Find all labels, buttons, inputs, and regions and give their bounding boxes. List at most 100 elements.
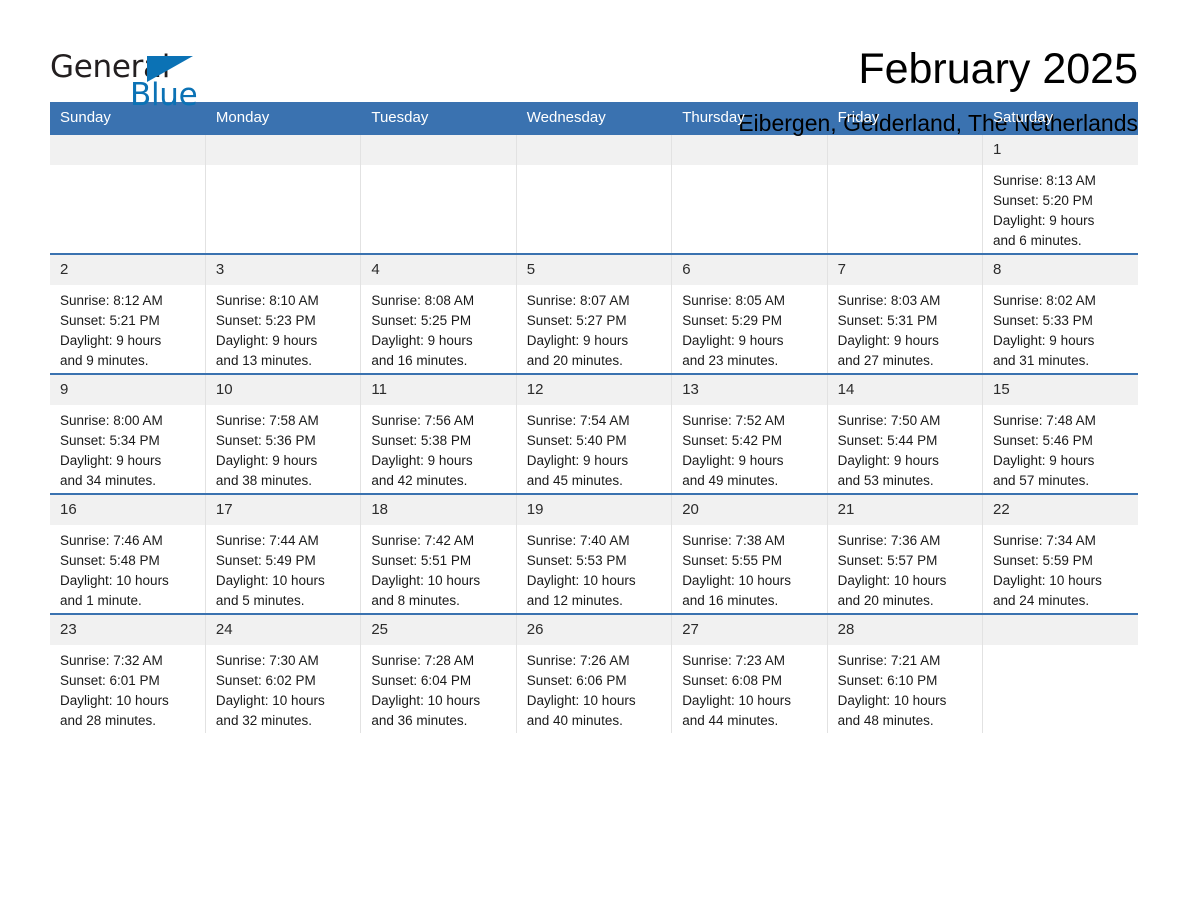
day-number: 4 [361, 255, 516, 285]
calendar-day-cell[interactable]: 25 Sunrise: 7:28 AM Sunset: 6:04 PM Dayligh… [360, 613, 517, 733]
calendar-day-cell[interactable]: 15 Sunrise: 7:48 AM Sunset: 5:46 PM Dayligh… [982, 373, 1138, 494]
calendar-day-cell[interactable]: 11 Sunrise: 7:56 AM Sunset: 5:38 PM Dayligh… [360, 373, 517, 494]
calendar-day-cell[interactable]: 17 Sunrise: 7:44 AM Sunset: 5:49 PM Dayligh… [205, 493, 362, 614]
calendar-day-cell[interactable]: 8 Sunrise: 8:02 AM Sunset: 5:33 PM Daylight… [982, 253, 1138, 374]
day-detail-line: Sunrise: 7:34 AM [993, 533, 1096, 548]
day-detail-line: Sunset: 5:49 PM [215, 553, 316, 568]
day-detail-line: Sunrise: 7:56 AM [371, 413, 475, 428]
day-detail-line: Sunrise: 7:26 AM [526, 653, 630, 668]
day-detail-line: Daylight: 9 hours [993, 453, 1095, 468]
day-details [672, 165, 826, 171]
calendar-week-row: 1 Sunrise: 8:13 AM Sunset: 5:20 PM Daylight… [50, 133, 1138, 254]
day-detail-line: Sunrise: 7:42 AM [371, 533, 475, 548]
day-detail-line: Daylight: 9 hours [526, 453, 629, 468]
day-detail-line: Daylight: 9 hours [837, 453, 939, 468]
day-details: Sunrise: 7:36 AM Sunset: 5:57 PM Daylight:… [828, 525, 982, 611]
day-details: Sunrise: 8:07 AM Sunset: 5:27 PM Daylight:… [517, 285, 671, 371]
day-details: Sunrise: 7:48 AM Sunset: 5:46 PM Daylight:… [983, 405, 1138, 491]
day-detail-line: Sunset: 5:42 PM [682, 433, 782, 448]
day-detail-line: Sunrise: 8:05 AM [682, 293, 785, 308]
day-detail-line: Sunset: 5:31 PM [837, 313, 938, 328]
calendar-day-cell[interactable]: 9 Sunrise: 8:00 AM Sunset: 5:34 PM Daylight… [50, 373, 206, 494]
day-detail-line: Daylight: 10 hours [371, 693, 481, 708]
calendar-day-cell[interactable]: 4 Sunrise: 8:08 AM Sunset: 5:25 PM Daylight… [360, 253, 517, 374]
calendar-day-cell[interactable]: 26 Sunrise: 7:26 AM Sunset: 6:06 PM Dayligh… [516, 613, 673, 733]
day-number: 27 [672, 615, 827, 645]
day-detail-line: Sunrise: 8:10 AM [215, 293, 319, 308]
calendar-day-cell[interactable]: 2 Sunrise: 8:12 AM Sunset: 5:21 PM Daylight… [50, 253, 206, 374]
day-detail-line: Sunset: 5:36 PM [215, 433, 316, 448]
calendar-day-cell[interactable]: 7 Sunrise: 8:03 AM Sunset: 5:31 PM Daylight… [827, 253, 984, 374]
day-number: 21 [827, 495, 983, 525]
day-detail-line: Sunrise: 7:46 AM [60, 533, 163, 548]
day-detail-line: Daylight: 10 hours [682, 693, 791, 708]
calendar-day-cell[interactable]: 10 Sunrise: 7:58 AM Sunset: 5:36 PM Dayligh… [205, 373, 362, 494]
general-blue-logo[interactable]: General Blue [50, 44, 200, 111]
day-detail-line: Daylight: 10 hours [371, 573, 481, 588]
calendar-day-cell[interactable]: 24 Sunrise: 7:30 AM Sunset: 6:02 PM Dayligh… [205, 613, 362, 733]
day-detail-line: Sunrise: 7:52 AM [682, 413, 785, 428]
day-detail-line: Daylight: 9 hours [371, 333, 473, 348]
day-number: 16 [50, 495, 205, 525]
calendar-day-cell[interactable]: 27 Sunrise: 7:23 AM Sunset: 6:08 PM Dayligh… [671, 613, 828, 733]
day-detail-line: Sunset: 6:02 PM [215, 673, 316, 688]
calendar-day-cell[interactable]: 13 Sunrise: 7:52 AM Sunset: 5:42 PM Dayligh… [671, 373, 828, 494]
sunrise-sunset-calendar: Sunday Monday Tuesday Wednesday Thursday Frid… [50, 102, 1139, 733]
day-detail-line: and 16 minutes. [371, 353, 468, 368]
day-detail-line: Sunset: 5:29 PM [682, 313, 782, 328]
day-details: Sunrise: 8:02 AM Sunset: 5:33 PM Daylight:… [983, 285, 1138, 371]
calendar-day-cell[interactable]: 16 Sunrise: 7:46 AM Sunset: 5:48 PM Dayligh… [50, 493, 206, 614]
calendar-day-cell[interactable]: 3 Sunrise: 8:10 AM Sunset: 5:23 PM Daylight… [205, 253, 362, 374]
day-detail-line: Sunrise: 7:38 AM [682, 533, 785, 548]
calendar-day-cell[interactable]: 18 Sunrise: 7:42 AM Sunset: 5:51 PM Dayligh… [360, 493, 517, 614]
day-number [205, 135, 361, 165]
day-details [828, 165, 982, 171]
day-details [206, 165, 360, 171]
day-detail-line: Sunset: 5:34 PM [60, 433, 160, 448]
day-details: Sunrise: 8:05 AM Sunset: 5:29 PM Daylight:… [672, 285, 826, 371]
day-number: 26 [516, 615, 672, 645]
day-detail-line: Sunrise: 8:02 AM [993, 293, 1096, 308]
calendar-week-row: 9 Sunrise: 8:00 AM Sunset: 5:34 PM Daylight… [50, 373, 1138, 494]
day-number: 13 [672, 375, 827, 405]
day-details: Sunrise: 7:46 AM Sunset: 5:48 PM Daylight:… [50, 525, 205, 611]
day-detail-line: Sunrise: 8:12 AM [60, 293, 163, 308]
calendar-day-cell[interactable]: 22 Sunrise: 7:34 AM Sunset: 5:59 PM Dayligh… [982, 493, 1138, 614]
day-details: Sunrise: 7:38 AM Sunset: 5:55 PM Daylight:… [672, 525, 826, 611]
calendar-day-cell[interactable]: 21 Sunrise: 7:36 AM Sunset: 5:57 PM Dayligh… [827, 493, 984, 614]
calendar-day-cell[interactable]: 19 Sunrise: 7:40 AM Sunset: 5:53 PM Dayligh… [516, 493, 673, 614]
day-detail-line: Daylight: 10 hours [215, 693, 325, 708]
page-header: General Blue February 2025 Eibergen, Gel… [50, 0, 1138, 136]
day-detail-line: and 1 minute. [60, 593, 142, 608]
calendar-day-cell-empty [982, 613, 1138, 733]
calendar-day-cell[interactable]: 12 Sunrise: 7:54 AM Sunset: 5:40 PM Dayligh… [516, 373, 673, 494]
day-detail-line: Daylight: 10 hours [526, 573, 636, 588]
day-detail-line: Daylight: 9 hours [682, 333, 784, 348]
calendar-body: 1 Sunrise: 8:13 AM Sunset: 5:20 PM Daylight… [50, 133, 1138, 733]
day-detail-line: Daylight: 9 hours [993, 213, 1095, 228]
day-details: Sunrise: 7:50 AM Sunset: 5:44 PM Daylight:… [828, 405, 982, 491]
day-number: 8 [983, 255, 1138, 285]
calendar-day-cell[interactable]: 6 Sunrise: 8:05 AM Sunset: 5:29 PM Daylight… [671, 253, 828, 374]
day-number: 7 [827, 255, 983, 285]
calendar-day-cell[interactable]: 1 Sunrise: 8:13 AM Sunset: 5:20 PM Daylight… [982, 133, 1138, 254]
day-detail-line: Daylight: 9 hours [837, 333, 939, 348]
day-details: Sunrise: 8:12 AM Sunset: 5:21 PM Daylight:… [50, 285, 205, 371]
day-detail-line: Daylight: 10 hours [993, 573, 1102, 588]
day-details: Sunrise: 7:52 AM Sunset: 5:42 PM Daylight:… [672, 405, 826, 491]
calendar-week-row: 23 Sunrise: 7:32 AM Sunset: 6:01 PM Dayligh… [50, 613, 1138, 733]
day-detail-line: Sunrise: 8:13 AM [993, 173, 1096, 188]
page-title: February 2025 [858, 45, 1138, 93]
day-detail-line: Daylight: 9 hours [215, 453, 318, 468]
calendar-day-cell[interactable]: 23 Sunrise: 7:32 AM Sunset: 6:01 PM Dayligh… [50, 613, 206, 733]
calendar-day-cell[interactable]: 20 Sunrise: 7:38 AM Sunset: 5:55 PM Dayligh… [671, 493, 828, 614]
day-detail-line: and 44 minutes. [682, 713, 779, 728]
day-detail-line: Daylight: 10 hours [215, 573, 325, 588]
day-number [983, 615, 1138, 645]
day-detail-line: Daylight: 10 hours [60, 693, 169, 708]
day-details: Sunrise: 7:56 AM Sunset: 5:38 PM Daylight:… [361, 405, 515, 491]
calendar-day-cell[interactable]: 28 Sunrise: 7:21 AM Sunset: 6:10 PM Dayligh… [827, 613, 984, 733]
day-details: Sunrise: 7:40 AM Sunset: 5:53 PM Daylight:… [517, 525, 671, 611]
calendar-day-cell[interactable]: 14 Sunrise: 7:50 AM Sunset: 5:44 PM Dayligh… [827, 373, 984, 494]
calendar-day-cell[interactable]: 5 Sunrise: 8:07 AM Sunset: 5:27 PM Daylight… [516, 253, 673, 374]
